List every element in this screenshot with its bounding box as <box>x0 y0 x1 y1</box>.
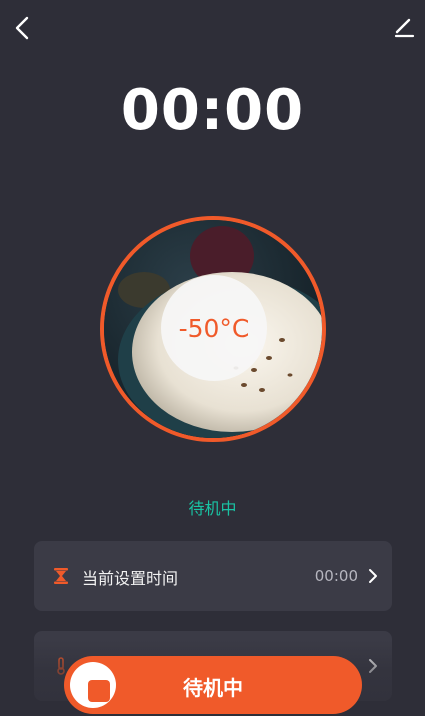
set-time-label: 当前设置时间 <box>82 569 179 588</box>
status-text: 待机中 <box>188 499 237 518</box>
standby-button[interactable]: 待机中 <box>64 656 362 714</box>
standby-button-label: 待机中 <box>183 676 243 700</box>
countdown-timer: 00:00 <box>120 78 305 143</box>
top-bar <box>0 0 425 56</box>
set-time-row[interactable]: 当前设置时间 00:00 <box>34 541 392 611</box>
hourglass-icon <box>54 568 68 584</box>
chevron-right-icon <box>369 569 377 583</box>
set-time-value: 00:00 <box>314 567 358 585</box>
back-button[interactable] <box>8 12 36 44</box>
temperature-display: -50°C <box>161 275 267 381</box>
edit-button[interactable] <box>389 12 417 44</box>
temperature-value: -50°C <box>178 313 250 343</box>
pencil-icon <box>394 18 415 38</box>
chevron-left-icon <box>15 16 29 40</box>
